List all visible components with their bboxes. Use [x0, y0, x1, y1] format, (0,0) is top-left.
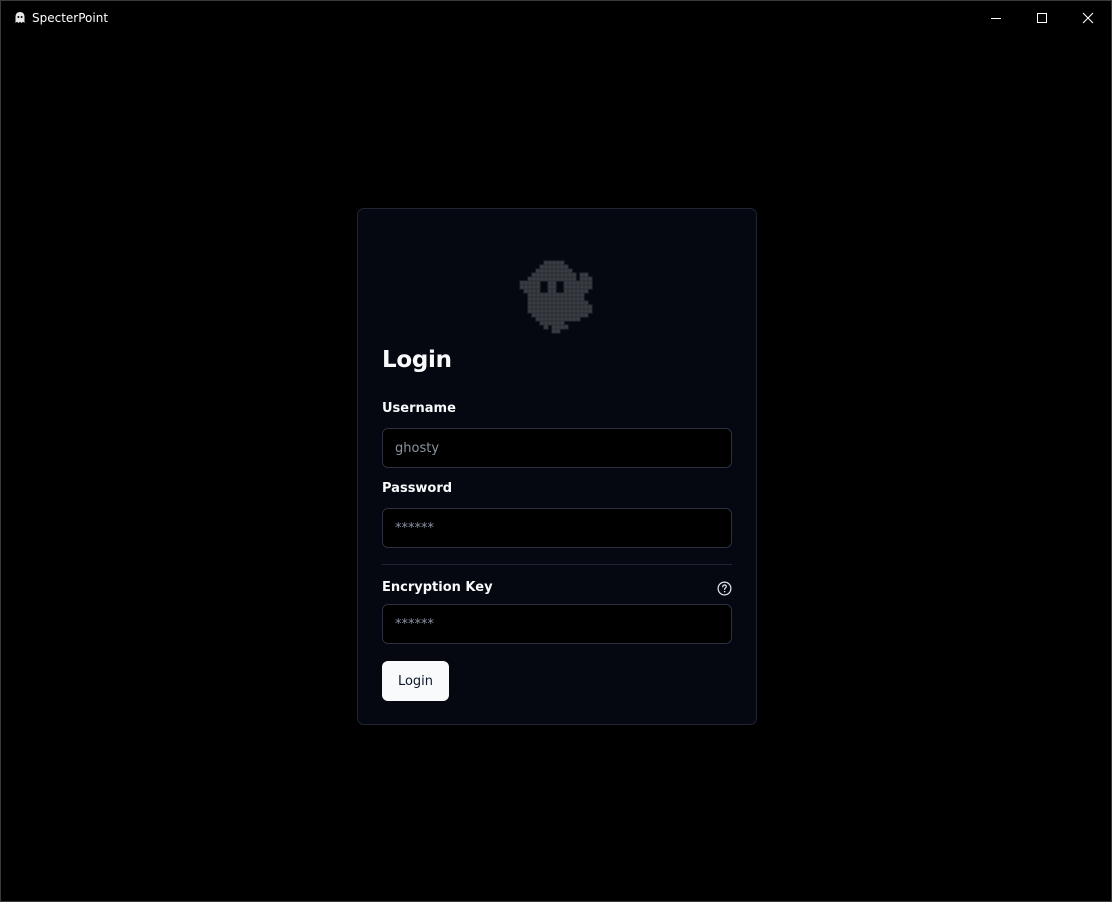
minimize-icon — [991, 18, 1001, 19]
maximize-icon — [1037, 13, 1047, 23]
login-heading: Login — [382, 347, 452, 373]
title-bar[interactable]: SpecterPoint — [1, 1, 1111, 35]
encryption-key-label: Encryption Key — [382, 580, 493, 595]
close-button[interactable] — [1065, 1, 1111, 35]
window-controls — [973, 1, 1111, 35]
ghost-icon — [12, 10, 28, 26]
password-input[interactable] — [382, 508, 732, 548]
question-circle-icon[interactable] — [717, 581, 732, 596]
divider — [382, 564, 732, 565]
password-label: Password — [382, 481, 453, 496]
close-icon — [1082, 12, 1094, 24]
encryption-key-input[interactable] — [382, 604, 732, 644]
pixel-ghost-icon — [516, 259, 600, 336]
login-card: Login Username Password Encryption Key L… — [357, 208, 757, 725]
window-title: SpecterPoint — [32, 11, 109, 25]
username-input[interactable] — [382, 428, 732, 468]
minimize-button[interactable] — [973, 1, 1019, 35]
username-label: Username — [382, 401, 456, 416]
maximize-button[interactable] — [1019, 1, 1065, 35]
app-window: SpecterPoint Login Username ghosty Passw… — [0, 0, 1112, 902]
login-button[interactable]: Login — [382, 661, 449, 701]
